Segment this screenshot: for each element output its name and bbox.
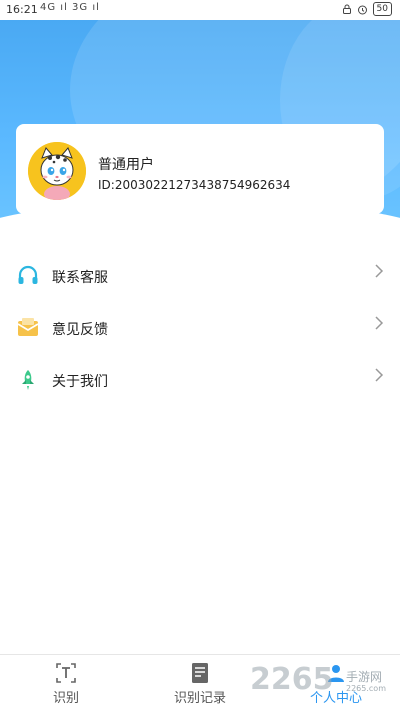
user-id: ID:20030221273438754962634 bbox=[98, 178, 291, 192]
status-bar: 16:21 4G ıl 3G ıl 50 bbox=[0, 0, 400, 20]
tab-recognition-history[interactable]: 识别记录 bbox=[160, 655, 240, 712]
avatar[interactable] bbox=[28, 142, 86, 200]
menu-item-label: 关于我们 bbox=[52, 374, 108, 390]
tab-label: 识别 bbox=[52, 691, 79, 706]
person-icon bbox=[328, 665, 344, 682]
document-icon bbox=[192, 663, 208, 683]
tab-recognize[interactable]: 识别 bbox=[30, 655, 102, 712]
battery-indicator: 50 bbox=[372, 2, 392, 16]
chevron-right-icon bbox=[375, 316, 384, 330]
menu-item-contact-service[interactable]: 联系客服 bbox=[0, 250, 400, 302]
profile-card[interactable]: 普通用户 ID:20030221273438754962634 bbox=[16, 124, 384, 214]
status-icons: 50 bbox=[342, 2, 392, 16]
lock-icon bbox=[342, 4, 351, 14]
bottom-tab-bar: 识别 识别记录 个人中心 bbox=[0, 654, 400, 712]
tab-label: 识别记录 bbox=[173, 691, 226, 706]
tab-personal-center[interactable]: 个人中心 bbox=[296, 655, 376, 712]
username: 普通用户 bbox=[98, 157, 154, 173]
menu-item-label: 联系客服 bbox=[52, 270, 108, 286]
chevron-right-icon bbox=[375, 264, 384, 278]
envelope-icon bbox=[17, 318, 39, 336]
alarm-icon bbox=[357, 5, 367, 14]
menu-item-label: 意见反馈 bbox=[52, 322, 108, 338]
menu-item-about-us[interactable]: 关于我们 bbox=[0, 354, 400, 406]
text-scan-icon bbox=[56, 663, 76, 683]
headset-icon bbox=[18, 265, 38, 284]
signal-indicator: 4G ıl 3G ıl bbox=[40, 2, 100, 13]
status-time: 16:21 bbox=[6, 3, 38, 16]
settings-menu: 联系客服 意见反馈 关于我们 bbox=[0, 250, 400, 406]
cat-avatar-icon bbox=[28, 142, 86, 200]
menu-item-feedback[interactable]: 意见反馈 bbox=[0, 302, 400, 354]
rocket-icon bbox=[22, 370, 34, 390]
chevron-right-icon bbox=[375, 368, 384, 382]
tab-label: 个人中心 bbox=[309, 691, 362, 706]
